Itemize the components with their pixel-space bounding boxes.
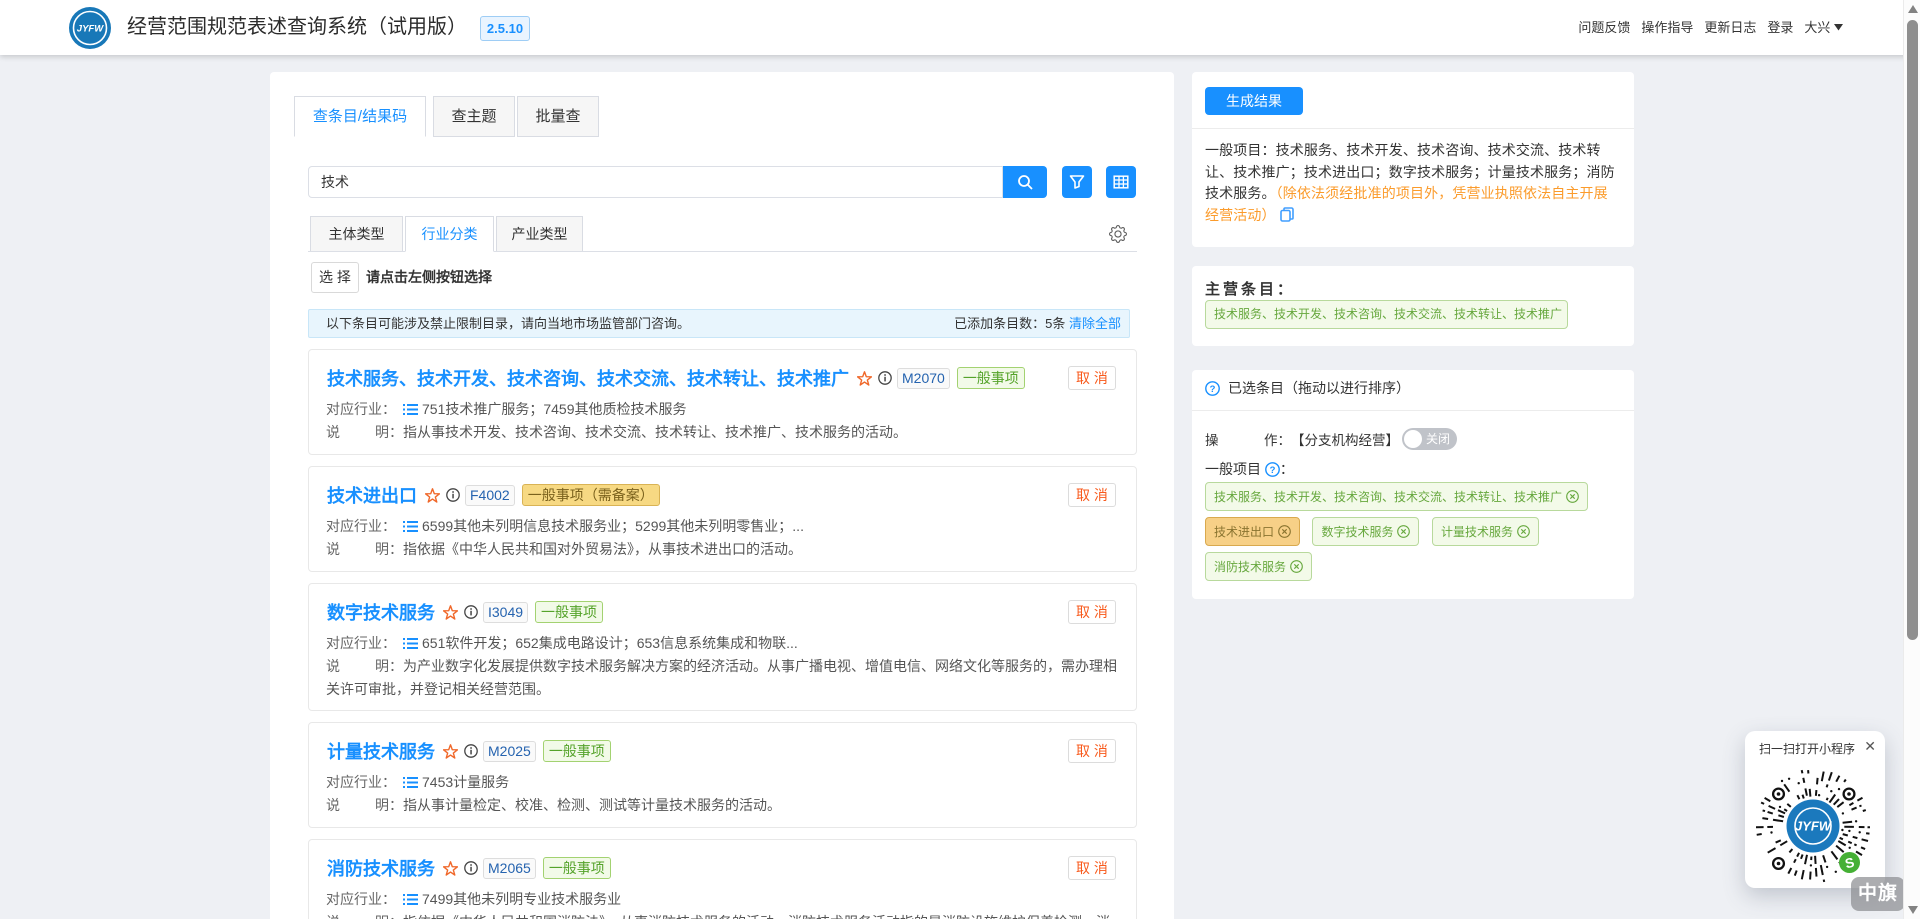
svg-text:JYFW: JYFW bbox=[77, 24, 104, 35]
svg-text:?: ? bbox=[1269, 465, 1275, 476]
svg-text:?: ? bbox=[1210, 384, 1216, 395]
svg-text:JYFW: JYFW bbox=[1795, 819, 1833, 834]
